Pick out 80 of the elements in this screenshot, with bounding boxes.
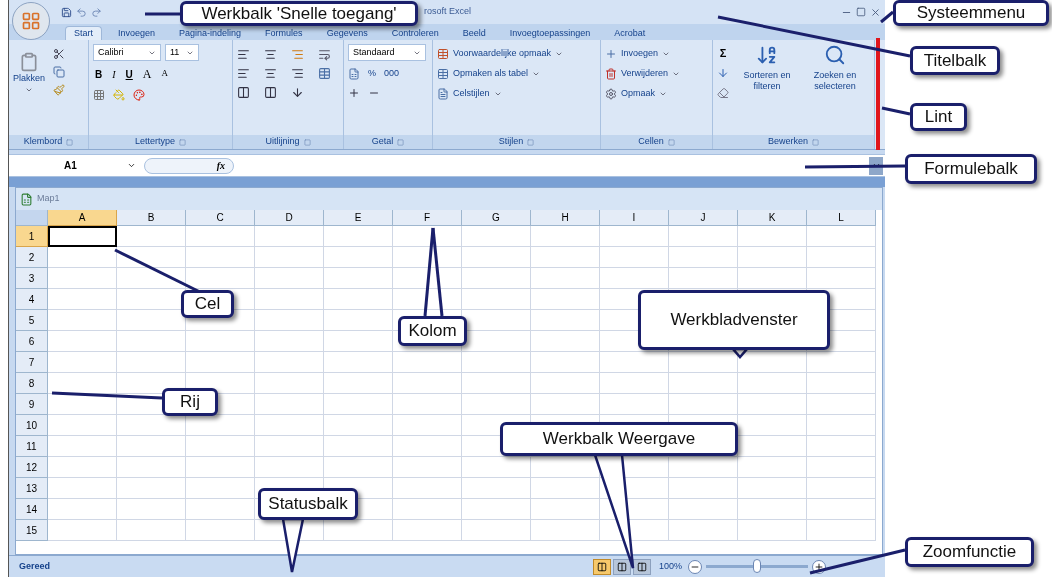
font-size-field[interactable]: 11 (165, 44, 199, 61)
row-header[interactable]: 6 (16, 331, 48, 352)
column-header[interactable]: L (807, 210, 876, 226)
zoom-level[interactable]: 100% (659, 559, 683, 574)
group-label: Klembord (23, 135, 63, 149)
column-header[interactable]: B (117, 210, 186, 226)
editing-command[interactable]: Zoeken en selecteren (805, 44, 865, 99)
column-header[interactable]: D (255, 210, 324, 226)
annotation-tooltip: Rij (162, 388, 218, 416)
ribbon-command[interactable]: Opmaak (605, 84, 667, 104)
ribbon-tab[interactable]: Start (65, 26, 102, 40)
column-header[interactable]: F (393, 210, 462, 226)
column-header[interactable]: E (324, 210, 393, 226)
format-button[interactable]: B (93, 66, 105, 82)
annotation-tooltip: Lint (910, 103, 967, 131)
row-header[interactable]: 14 (16, 499, 48, 520)
row-header[interactable]: 9 (16, 394, 48, 415)
annotation-tooltip: Werkbalk 'Snelle toegang' (180, 1, 418, 26)
column-header[interactable]: J (669, 210, 738, 226)
annotation-tooltip: Kolom (398, 316, 467, 346)
ribbon-command[interactable]: Celstijlen (437, 84, 502, 104)
row-header[interactable]: 10 (16, 415, 48, 436)
annotation-tooltip: Cel (181, 290, 234, 318)
autosum-button[interactable]: Σ (717, 48, 729, 59)
annotation-tooltip: Formulebalk (905, 154, 1037, 184)
ribbon-tab[interactable]: Invoegtoepassingen (501, 26, 599, 40)
font-name-field[interactable]: Calibri (93, 44, 161, 61)
row-header[interactable]: 4 (16, 289, 48, 310)
row-header[interactable]: 12 (16, 457, 48, 478)
column-header[interactable]: A (48, 210, 117, 226)
row-header[interactable]: 3 (16, 268, 48, 289)
ribbon-tab[interactable]: Gegevens (318, 26, 376, 40)
insert-function-button[interactable]: fx (216, 158, 225, 173)
ribbon-command[interactable]: Verwijderen (605, 64, 681, 84)
annotation-tooltip: Werkbladvenster (638, 290, 830, 350)
status-text: Gereed (19, 559, 51, 573)
row-header[interactable]: 11 (16, 436, 48, 457)
annotation-tooltip: Werkbalk Weergave (500, 422, 738, 456)
row-header[interactable]: 2 (16, 247, 48, 268)
row-header[interactable]: 5 (16, 310, 48, 331)
ribbon-command[interactable]: Voorwaardelijke opmaak (437, 44, 564, 64)
ribbon-command[interactable]: Invoegen (605, 44, 671, 64)
column-header[interactable]: H (531, 210, 600, 226)
annotation-tooltip: Titelbalk (910, 46, 1000, 75)
ribbon-tab[interactable]: Pagina-indeling (171, 26, 250, 40)
ribbon-command[interactable]: Opmaken als tabel (437, 64, 541, 84)
column-header[interactable]: K (738, 210, 807, 226)
number-format-field[interactable]: Standaard (348, 44, 426, 61)
row-header[interactable]: 15 (16, 520, 48, 541)
ribbon-tab[interactable]: Acrobat (606, 26, 654, 40)
format-button[interactable]: A (159, 67, 170, 81)
ribbon-tab[interactable]: Controleren (383, 26, 447, 40)
group-label: Stijlen (498, 135, 524, 149)
ribbon-tab[interactable]: Formules (257, 26, 311, 40)
group-label: Uitlijning (265, 135, 300, 149)
column-header[interactable]: I (600, 210, 669, 226)
group-label: Cellen (638, 135, 664, 149)
format-button[interactable]: U (123, 66, 135, 82)
window-title: rosoft Excel (424, 5, 472, 19)
workbook-title: Map1 (37, 192, 60, 206)
group-label: Lettertype (135, 135, 175, 149)
row-header[interactable]: 1 (16, 226, 48, 247)
annotation-tooltip: Systeemmenu (893, 0, 1049, 26)
row-header[interactable]: 7 (16, 352, 48, 373)
paste-button[interactable]: Plakken (13, 44, 46, 96)
ribbon-tab[interactable]: Beeld (454, 26, 494, 40)
annotation-tooltip: Zoomfunctie (905, 537, 1034, 567)
number-button[interactable]: 000 (384, 67, 400, 81)
ribbon-tab[interactable]: Invoegen (110, 26, 164, 40)
format-button[interactable]: A (140, 65, 154, 83)
number-button[interactable]: % (368, 67, 376, 81)
row-header[interactable]: 13 (16, 478, 48, 499)
group-label: Getal (371, 135, 394, 149)
format-button[interactable]: I (110, 66, 118, 82)
column-header[interactable]: G (462, 210, 531, 226)
group-label: Bewerken (768, 135, 808, 149)
name-box[interactable]: A1 (9, 158, 119, 173)
row-header[interactable]: 8 (16, 373, 48, 394)
column-header[interactable]: C (186, 210, 255, 226)
editing-command[interactable]: Sorteren en filteren (737, 44, 797, 99)
